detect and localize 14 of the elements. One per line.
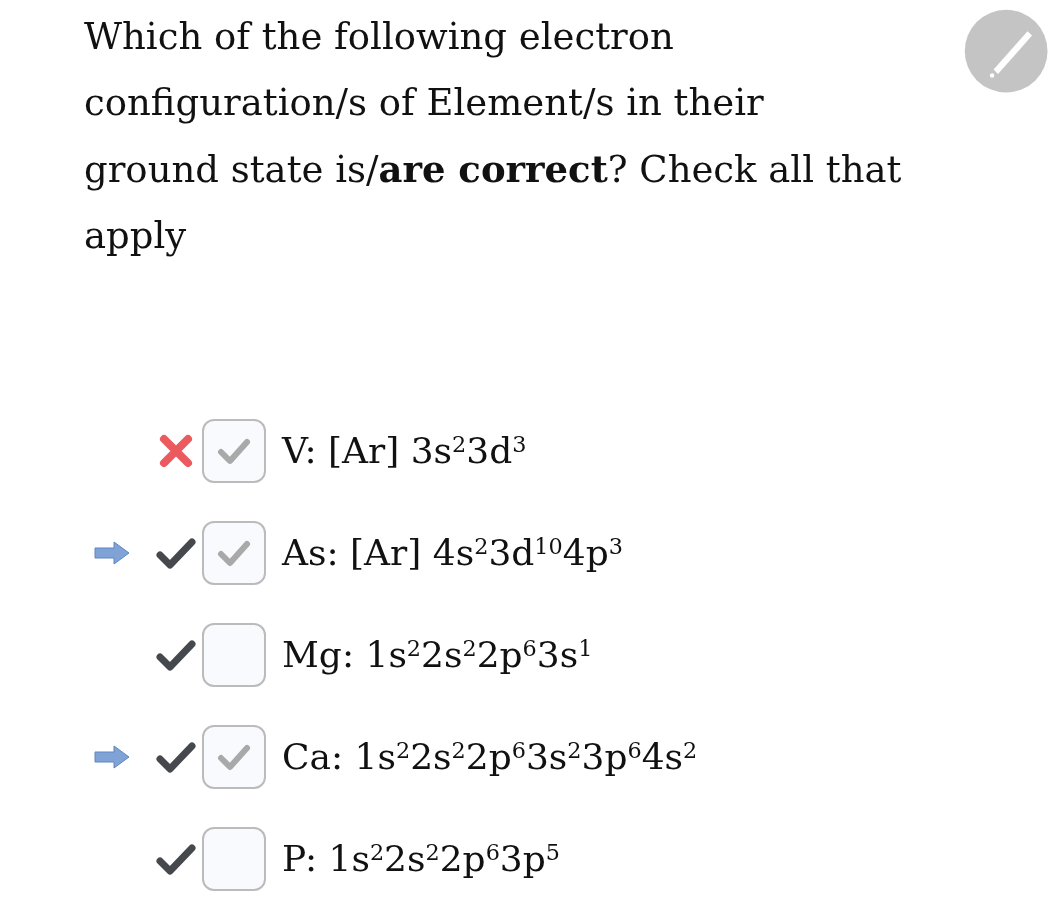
checkmark-icon bbox=[217, 437, 251, 465]
option-text: P: 1s$^{2}$2s$^{2}$2p$^{6}$3p$^{5}$ bbox=[282, 837, 560, 881]
question-text: Which of the following electron configuration/s of Element/s in their ground state is/are correct? Check all that apply bbox=[84, 14, 903, 259]
checkbox[interactable] bbox=[202, 725, 266, 789]
checkbox[interactable] bbox=[202, 623, 266, 687]
option-text: Mg: 1s$^{2}$2s$^{2}$2p$^{6}$3s$^{1}$ bbox=[282, 633, 593, 677]
option-text: V: [Ar] 3s$^{2}$3d$^{3}$ bbox=[282, 429, 527, 473]
checkbox[interactable] bbox=[202, 827, 266, 891]
option-text: As: [Ar] 4s$^{2}$3d$^{10}$4p$^{3}$ bbox=[282, 531, 623, 575]
option-text: Ca: 1s$^{2}$2s$^{2}$2p$^{6}$3s$^{2}$3p$^{6}$4s$^{2}$ bbox=[282, 735, 698, 779]
checkmark-icon bbox=[217, 743, 251, 771]
checkmark-icon bbox=[217, 539, 251, 567]
checkbox[interactable] bbox=[202, 419, 266, 483]
checkbox[interactable] bbox=[202, 521, 266, 585]
